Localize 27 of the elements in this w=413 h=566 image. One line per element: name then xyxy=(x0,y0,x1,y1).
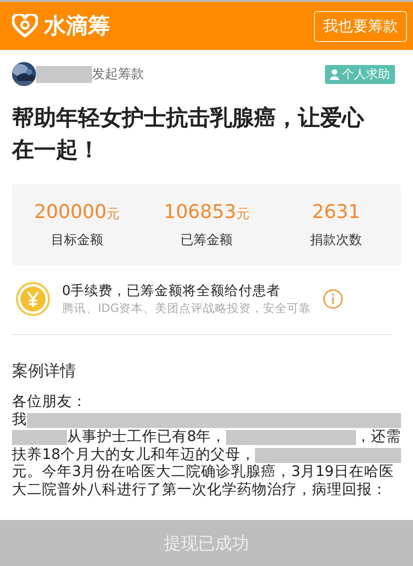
investor-note: 腾讯、IDG资本、美团点评战略投资，安全可靠 xyxy=(62,301,312,316)
yen-coin-icon xyxy=(16,282,50,316)
logo-text: 水滴筹 xyxy=(44,13,110,41)
stat-label: 目标金额 xyxy=(50,232,103,249)
story-text: ，还需 xyxy=(356,429,401,446)
story-text: 扶养18个月大的女儿和年迈的父母， xyxy=(12,446,256,464)
category-tag: 个人求助 xyxy=(325,64,395,84)
heart-logo-icon xyxy=(12,14,38,38)
section-heading: 案例详情 xyxy=(12,361,77,382)
fee-notice: 0手续费，已筹金额将全额给付患者 xyxy=(62,282,282,300)
story-text: 大二院普外八科进行了第一次化学药物治疗，病理回报： xyxy=(12,482,387,499)
story-text: 各位朋友： xyxy=(12,394,87,412)
stat-value: 2631 xyxy=(312,201,360,223)
story-text: 从事护士工作已有8年， xyxy=(67,429,226,446)
story-text: 元。今年3月份在哈医大二院确诊乳腺癌，3月19日在哈医 xyxy=(12,464,394,482)
redacted-name xyxy=(36,66,92,82)
start-fundraising-button[interactable]: 我也要筹款 xyxy=(314,10,407,42)
stat-value: 200000元 xyxy=(34,201,120,223)
stat-label: 捐款次数 xyxy=(310,232,362,249)
redaction-block xyxy=(12,430,67,446)
person-icon xyxy=(330,68,339,80)
story-text: 我 xyxy=(12,412,27,429)
info-icon[interactable] xyxy=(323,289,344,309)
stat-value: 106853元 xyxy=(164,201,250,223)
initiator-label: 发起筹款 xyxy=(92,66,144,83)
campaign-title: 帮助年轻女护士抗击乳腺癌，让爱心在一起！ xyxy=(12,104,366,165)
stat-label: 已筹金额 xyxy=(180,232,232,249)
